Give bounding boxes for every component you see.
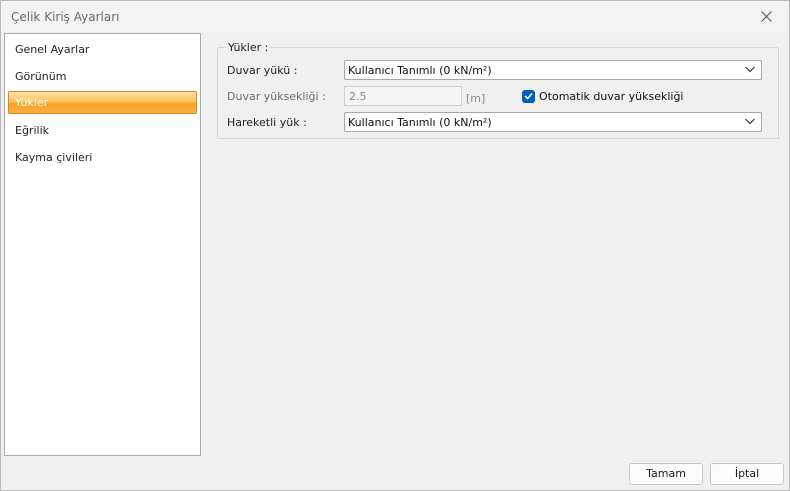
- wall-height-input[interactable]: 2.5: [344, 86, 462, 106]
- live-load-dropdown[interactable]: Kullanıcı Tanımlı (0 kN/m²): [344, 112, 762, 132]
- settings-dialog: Çelik Kiriş Ayarları Genel Ayarlar Görün…: [0, 0, 790, 491]
- sidebar-item-label: Yükler: [15, 96, 49, 109]
- chevron-down-icon: [745, 118, 755, 125]
- sidebar-item-appearance[interactable]: Görünüm: [8, 65, 197, 88]
- sidebar-item-label: Kayma çivileri: [15, 151, 93, 164]
- sidebar-item-label: Genel Ayarlar: [15, 43, 90, 56]
- wall-height-unit: [m]: [466, 92, 486, 105]
- wall-height-label: Duvar yüksekliği :: [227, 90, 326, 103]
- ok-button[interactable]: Tamam: [629, 463, 703, 485]
- category-list: Genel Ayarlar Görünüm Yükler Eğrilik Kay…: [4, 33, 201, 456]
- chevron-down-icon: [745, 66, 755, 73]
- close-button[interactable]: [743, 1, 789, 32]
- dialog-footer: Tamam İptal: [1, 456, 789, 490]
- auto-wall-height-checkbox[interactable]: Otomatik duvar yüksekliği: [522, 88, 684, 104]
- close-icon: [760, 11, 772, 22]
- window-title: Çelik Kiriş Ayarları: [11, 10, 120, 24]
- wall-load-dropdown[interactable]: Kullanıcı Tanımlı (0 kN/m²): [344, 60, 762, 80]
- title-bar: Çelik Kiriş Ayarları: [1, 1, 789, 32]
- wall-load-label: Duvar yükü :: [227, 64, 298, 77]
- sidebar-item-general-settings[interactable]: Genel Ayarlar: [8, 38, 197, 61]
- live-load-value: Kullanıcı Tanımlı (0 kN/m²): [348, 116, 492, 129]
- checkbox-checked[interactable]: [522, 89, 535, 103]
- sidebar-item-loads[interactable]: Yükler: [8, 91, 197, 114]
- checkmark-icon: [524, 92, 533, 100]
- settings-panel: Yükler : Duvar yükü : Kullanıcı Tanımlı …: [203, 33, 788, 456]
- sidebar-item-label: Eğrilik: [15, 124, 49, 137]
- sidebar-item-curvature[interactable]: Eğrilik: [8, 119, 197, 142]
- auto-wall-height-label: Otomatik duvar yüksekliği: [539, 89, 684, 103]
- sidebar-item-shear-studs[interactable]: Kayma çivileri: [8, 146, 197, 169]
- cancel-button[interactable]: İptal: [710, 463, 784, 485]
- loads-group: Yükler : Duvar yükü : Kullanıcı Tanımlı …: [217, 41, 779, 139]
- sidebar-item-label: Görünüm: [15, 70, 67, 83]
- wall-load-value: Kullanıcı Tanımlı (0 kN/m²): [348, 64, 492, 77]
- group-title: Yükler :: [226, 41, 271, 54]
- live-load-label: Hareketli yük :: [227, 116, 307, 129]
